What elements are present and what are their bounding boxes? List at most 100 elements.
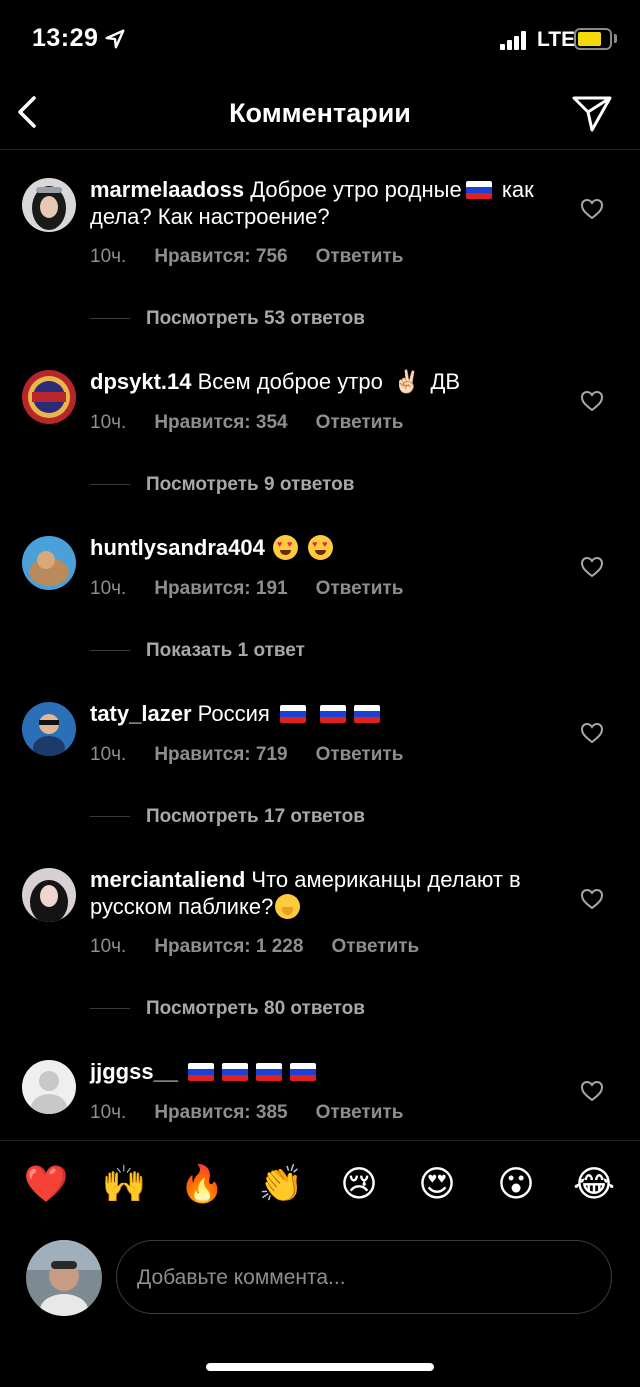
view-replies-link[interactable]: Посмотреть 80 ответов xyxy=(90,998,365,1020)
likes-count[interactable]: Нравится: 191 xyxy=(154,578,287,599)
comment-username[interactable]: taty_lazer xyxy=(90,701,192,726)
comment-body: Что американцы xyxy=(251,867,422,892)
avatar[interactable] xyxy=(22,1060,76,1114)
comment-meta: 10ч. Нравится: 719 Ответить xyxy=(90,744,431,766)
comment-text: dpsykt.14 Всем доброе утро ✌🏻 ДВ xyxy=(90,368,560,395)
heart-icon[interactable] xyxy=(580,888,604,910)
comment-time: 10ч. xyxy=(90,1102,127,1123)
russia-flag-icon xyxy=(320,705,347,723)
location-arrow-icon xyxy=(105,29,125,49)
hand-over-mouth-emoji-icon xyxy=(275,894,301,919)
battery-tip xyxy=(614,34,617,43)
reaction-surprised-icon[interactable]: 😮 xyxy=(492,1160,540,1208)
replies-divider xyxy=(90,318,130,320)
russia-flag-icon xyxy=(222,1063,249,1081)
likes-count[interactable]: Нравится: 385 xyxy=(154,1102,287,1123)
russia-flag-icon xyxy=(279,705,306,723)
reply-button[interactable]: Ответить xyxy=(316,412,404,433)
view-replies-label: Посмотреть 9 ответов xyxy=(146,474,355,495)
current-user-avatar xyxy=(26,1240,102,1316)
reply-button[interactable]: Ответить xyxy=(316,578,404,599)
comment-text: huntlysandra404 ♥ ♥ ♥ ♥ xyxy=(90,534,560,561)
replies-divider xyxy=(90,1008,130,1010)
comment-text: marmelaadoss Доброе утро родные как дела… xyxy=(90,176,560,230)
view-replies-link[interactable]: Посмотреть 9 ответов xyxy=(90,474,354,496)
heart-icon[interactable] xyxy=(580,1080,604,1102)
likes-count[interactable]: Нравится: 719 xyxy=(154,744,287,765)
view-replies-label: Показать 1 ответ xyxy=(146,640,305,661)
bottom-divider xyxy=(0,1140,640,1141)
comment-body: Всем доброе утро xyxy=(197,369,383,394)
status-bar: 13:29 LTE xyxy=(0,0,640,80)
comment-input-box[interactable] xyxy=(116,1240,612,1314)
reaction-heart-icon[interactable]: ❤️ xyxy=(22,1160,70,1208)
replies-divider xyxy=(90,650,130,652)
russia-flag-icon xyxy=(256,1063,283,1081)
comment-time: 10ч. xyxy=(90,744,127,765)
view-replies-label: Посмотреть 53 ответов xyxy=(146,308,365,329)
reaction-crying-icon[interactable]: 😢 xyxy=(335,1160,383,1208)
victory-hand-emoji-icon: ✌🏻 xyxy=(392,369,421,394)
russia-flag-icon xyxy=(188,1063,215,1081)
comment-username[interactable]: dpsykt.14 xyxy=(90,369,192,394)
avatar[interactable] xyxy=(22,702,76,756)
reply-button[interactable]: Ответить xyxy=(316,246,404,267)
comment-meta: 10ч. Нравится: 385 Ответить xyxy=(90,1102,431,1124)
russia-flag-icon xyxy=(354,705,381,723)
status-time: 13:29 xyxy=(32,24,99,52)
reaction-fire-icon[interactable]: 🔥 xyxy=(178,1160,226,1208)
reaction-laughing-icon[interactable]: 😂 xyxy=(570,1160,618,1208)
comment-username[interactable]: merciantaliend xyxy=(90,867,245,892)
comment-meta: 10ч. Нравится: 191 Ответить xyxy=(90,578,431,600)
reply-button[interactable]: Ответить xyxy=(331,936,419,957)
likes-count[interactable]: Нравится: 756 xyxy=(154,246,287,267)
avatar[interactable] xyxy=(22,178,76,232)
comment-time: 10ч. xyxy=(90,246,127,267)
heart-eyes-emoji-icon: ♥ ♥ xyxy=(272,535,298,560)
heart-icon[interactable] xyxy=(580,722,604,744)
comment-text: taty_lazer Россия xyxy=(90,700,560,727)
comment-body: Доброе утро родные xyxy=(250,177,462,202)
comment-meta: 10ч. Нравится: 1 228 Ответить xyxy=(90,936,447,958)
comment-time: 10ч. xyxy=(90,578,127,599)
reaction-raised-hands-icon[interactable]: 🙌 xyxy=(100,1160,148,1208)
comment-time: 10ч. xyxy=(90,936,127,957)
heart-eyes-emoji-icon: ♥ ♥ xyxy=(308,535,334,560)
comment-body-cont: ДВ xyxy=(430,369,461,394)
heart-icon[interactable] xyxy=(580,390,604,412)
avatar[interactable] xyxy=(22,536,76,590)
reaction-heart-eyes-icon[interactable]: 😍 xyxy=(413,1160,461,1208)
comment-input[interactable] xyxy=(137,1261,587,1295)
view-replies-link[interactable]: Посмотреть 17 ответов xyxy=(90,806,365,828)
reaction-clapping-icon[interactable]: 👏 xyxy=(257,1160,305,1208)
heart-icon[interactable] xyxy=(580,556,604,578)
nav-bar: Комментарии xyxy=(0,80,640,150)
comment-body: Россия xyxy=(197,701,270,726)
reply-button[interactable]: Ответить xyxy=(316,1102,404,1123)
cellular-signal-icon xyxy=(500,30,530,50)
comment-text: merciantaliend Что американцы делают в р… xyxy=(90,866,560,920)
battery-icon xyxy=(574,28,612,50)
comment-text: jjggss__ xyxy=(90,1058,560,1085)
avatar[interactable] xyxy=(22,370,76,424)
comment-username[interactable]: huntlysandra404 xyxy=(90,535,265,560)
send-icon[interactable] xyxy=(570,94,614,134)
view-replies-link[interactable]: Посмотреть 53 ответов xyxy=(90,308,365,330)
comment-meta: 10ч. Нравится: 756 Ответить xyxy=(90,246,431,268)
likes-count[interactable]: Нравится: 1 228 xyxy=(154,936,303,957)
russia-flag-icon xyxy=(465,181,492,199)
russia-flag-icon xyxy=(290,1063,317,1081)
comment-username[interactable]: jjggss__ xyxy=(90,1059,178,1084)
reply-button[interactable]: Ответить xyxy=(316,744,404,765)
replies-divider xyxy=(90,484,130,486)
view-replies-link[interactable]: Показать 1 ответ xyxy=(90,640,305,662)
comment-username[interactable]: marmelaadoss xyxy=(90,177,244,202)
home-indicator xyxy=(206,1363,434,1371)
heart-icon[interactable] xyxy=(580,198,604,220)
replies-divider xyxy=(90,816,130,818)
likes-count[interactable]: Нравится: 354 xyxy=(154,412,287,433)
avatar[interactable] xyxy=(22,868,76,922)
comment-time: 10ч. xyxy=(90,412,127,433)
comment-meta: 10ч. Нравится: 354 Ответить xyxy=(90,412,431,434)
view-replies-label: Посмотреть 17 ответов xyxy=(146,806,365,827)
